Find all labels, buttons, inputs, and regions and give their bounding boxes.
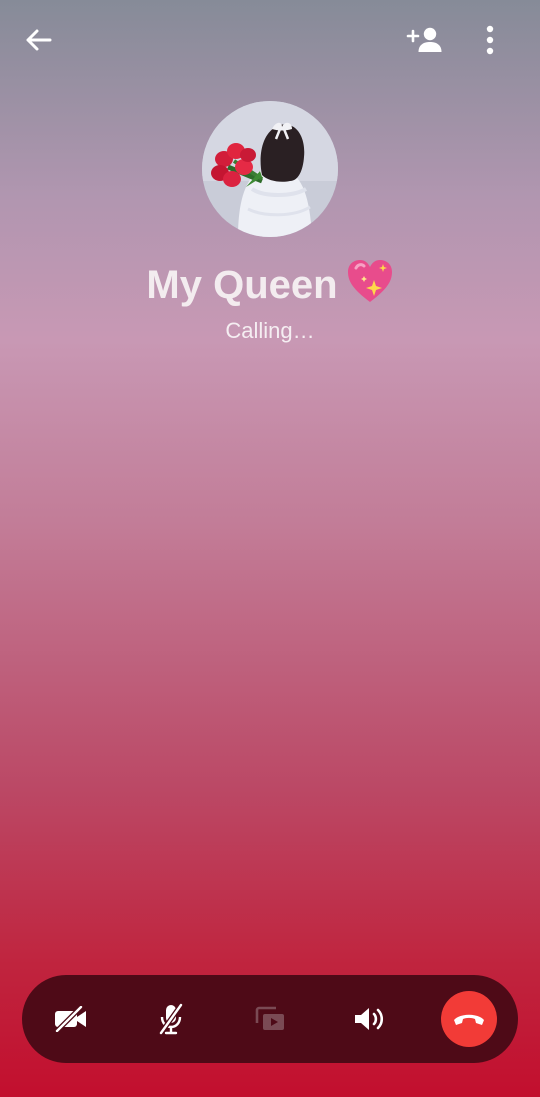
video-off-button[interactable] — [39, 975, 103, 1063]
avatar-photo — [202, 101, 338, 237]
contact-name-text: My Queen — [146, 263, 338, 307]
back-button[interactable] — [18, 20, 58, 60]
back-arrow-icon — [26, 29, 52, 51]
phone-hangup-icon — [454, 1014, 484, 1025]
mic-off-icon — [158, 1003, 184, 1035]
add-participant-button[interactable] — [402, 20, 446, 60]
add-person-icon — [406, 27, 442, 52]
mute-button[interactable] — [139, 975, 203, 1063]
contact-name: My Queen — [0, 258, 540, 318]
contact-avatar — [202, 101, 338, 237]
sparkling-heart-icon — [346, 258, 394, 318]
call-status: Calling… — [225, 318, 315, 343]
speaker-icon — [355, 1008, 384, 1030]
screen-share-icon — [255, 1006, 284, 1030]
top-bar — [0, 0, 540, 80]
more-vert-icon — [486, 25, 494, 55]
call-controls-bar — [22, 975, 518, 1063]
speaker-button[interactable] — [338, 975, 402, 1063]
more-options-button[interactable] — [470, 20, 510, 60]
screen-share-button — [238, 975, 302, 1063]
video-off-icon — [55, 1006, 86, 1032]
end-call-button[interactable] — [441, 991, 497, 1047]
